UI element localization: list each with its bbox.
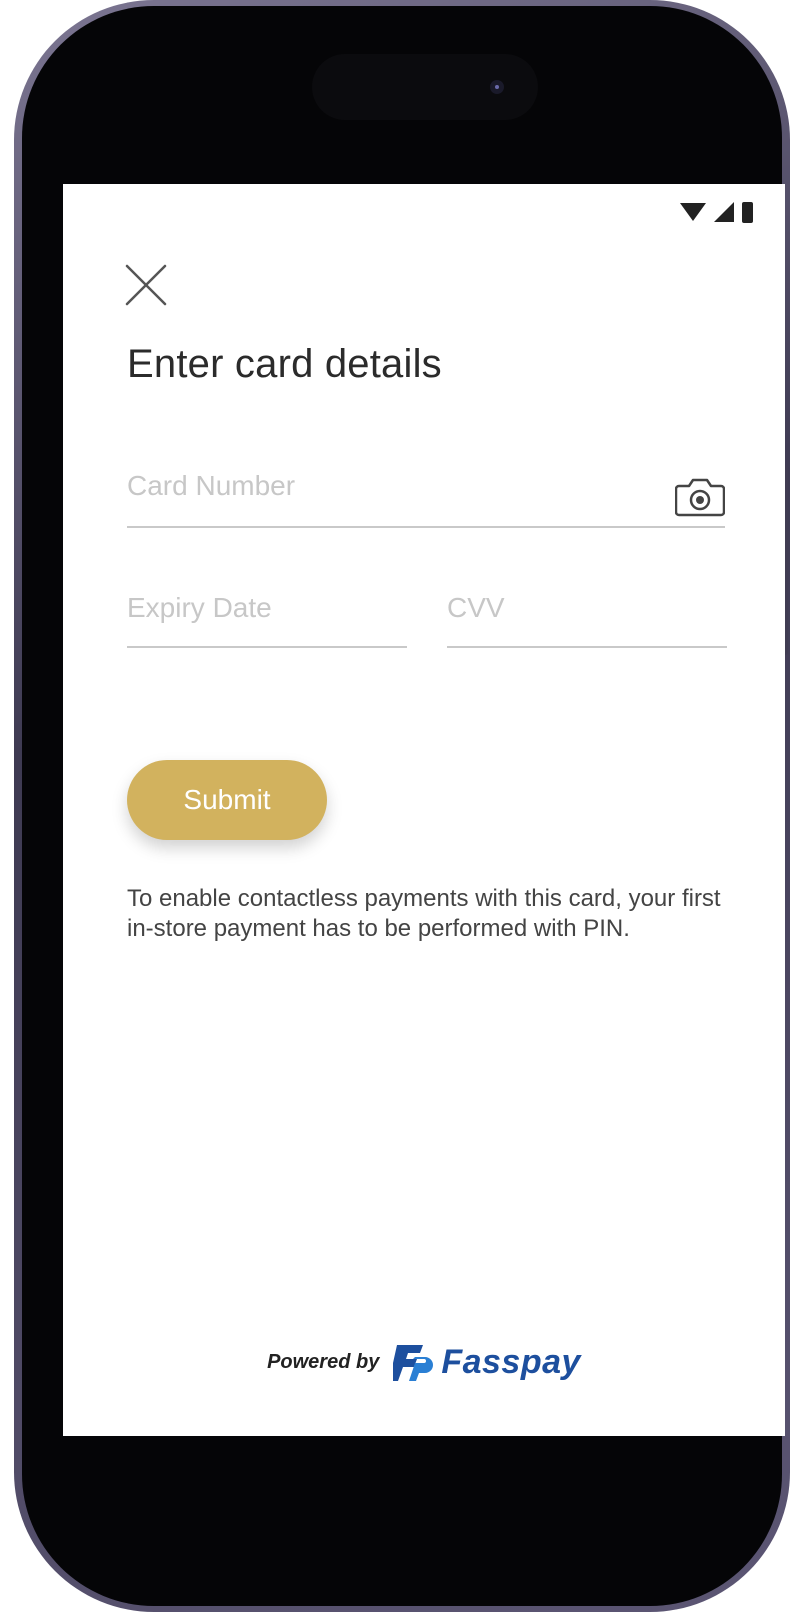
cvv-field — [447, 592, 727, 648]
fasspay-logo-icon — [393, 1345, 434, 1381]
signal-icon — [714, 202, 734, 222]
camera-icon[interactable] — [674, 474, 726, 518]
close-icon — [125, 264, 167, 306]
phone-frame: Enter card details Submit To enable cont… — [14, 0, 790, 1612]
expiry-date-field — [127, 592, 407, 648]
status-bar — [680, 198, 753, 226]
battery-icon — [742, 201, 753, 223]
fasspay-brand-name: Fasspay — [441, 1342, 581, 1381]
close-button[interactable] — [123, 262, 169, 308]
app-screen: Enter card details Submit To enable cont… — [63, 184, 785, 1436]
cvv-input[interactable] — [447, 592, 727, 624]
card-number-field — [127, 470, 726, 528]
powered-by-footer: Powered by Fasspay — [63, 1341, 785, 1383]
expiry-date-input[interactable] — [127, 592, 407, 624]
powered-by-label: Powered by — [267, 1350, 380, 1373]
dynamic-island — [312, 54, 538, 120]
wifi-icon — [680, 203, 706, 221]
fasspay-logo: Fasspay — [393, 1341, 581, 1383]
page-title: Enter card details — [127, 342, 442, 386]
card-number-input[interactable] — [127, 470, 725, 502]
submit-button[interactable]: Submit — [127, 760, 327, 840]
contactless-info-text: To enable contactless payments with this… — [127, 885, 721, 942]
front-camera-lens — [490, 80, 504, 94]
